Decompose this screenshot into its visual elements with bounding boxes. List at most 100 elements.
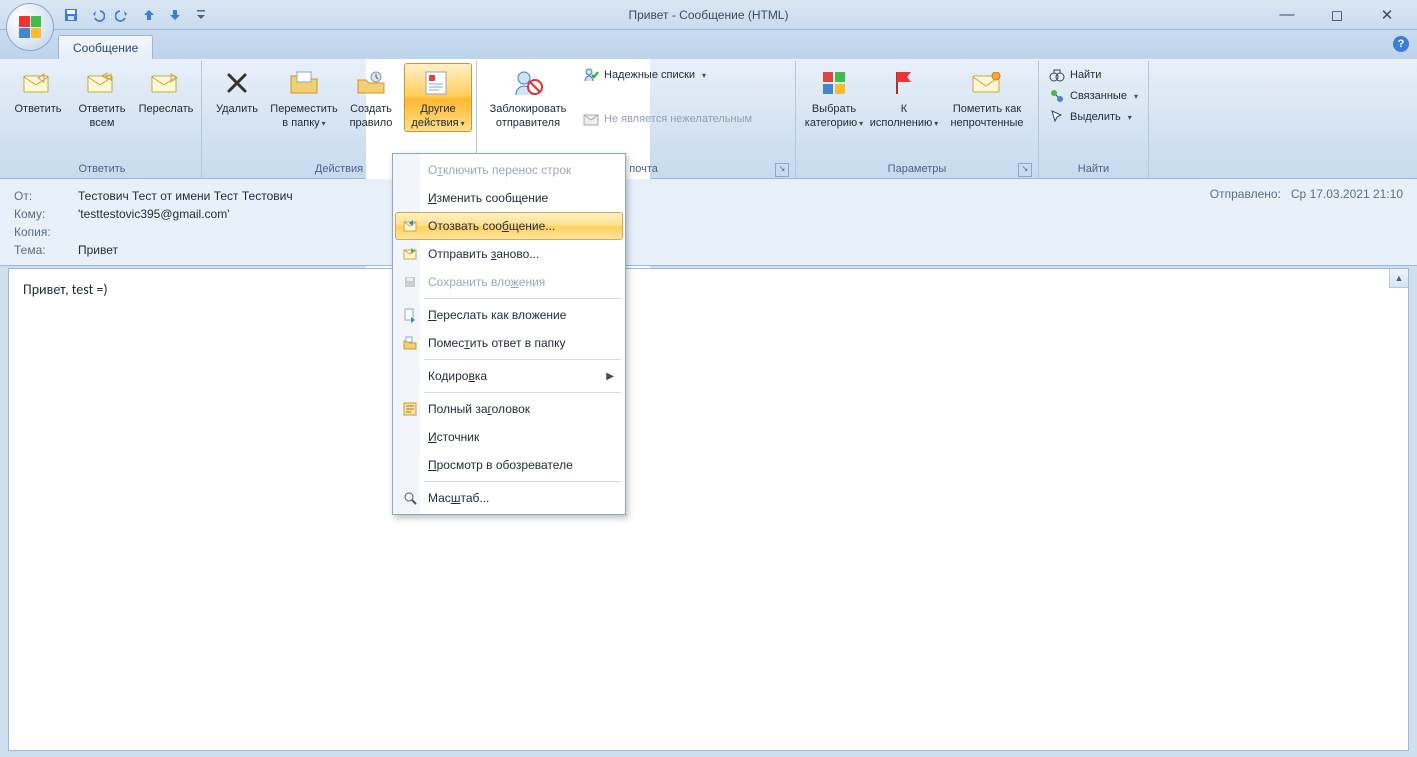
menu-item-browser[interactable]: Просмотр в обозревателе [395, 451, 623, 479]
create-rule-button[interactable]: Создать правило [340, 63, 402, 131]
related-button[interactable]: Связанные▾ [1043, 86, 1144, 106]
other-actions-menu: Отключить перенос строкИзменить сообщени… [392, 153, 626, 515]
safe-lists-button[interactable]: Надежные списки▾ [577, 65, 758, 85]
mark-unread-button[interactable]: Пометить как непрочтенные [940, 63, 1034, 131]
binoculars-icon [1049, 67, 1065, 83]
sent-value: Ср 17.03.2021 21:10 [1291, 187, 1403, 201]
group-find: Найти Связанные▾ Выделить▾ Найти [1039, 61, 1149, 178]
ribbon-tab-row: Сообщение ? [0, 30, 1417, 59]
from-label: От: [14, 189, 78, 203]
quick-access-toolbar [60, 4, 212, 26]
message-header: Отправлено: Ср 17.03.2021 21:10 От:Тесто… [0, 179, 1417, 266]
resend-icon [400, 244, 420, 264]
reply-button[interactable]: Ответить [7, 63, 69, 117]
subject-label: Тема: [14, 243, 78, 257]
edit-icon [400, 188, 420, 208]
wrap-icon [400, 160, 420, 180]
categorize-icon [818, 67, 850, 99]
menu-item-resend[interactable]: Отправить заново... [395, 240, 623, 268]
group-options-label: Параметры↘ [800, 161, 1034, 178]
find-button[interactable]: Найти [1043, 65, 1144, 85]
submenu-arrow-icon: ▶ [606, 371, 614, 382]
office-logo-icon [19, 16, 41, 38]
menu-item-zoom[interactable]: Масштаб... [395, 484, 623, 512]
message-content[interactable]: Привет, test =) [9, 269, 1408, 310]
message-body: Привет, test =) ▲ [8, 268, 1409, 751]
select-button[interactable]: Выделить▾ [1043, 107, 1144, 127]
window-controls: — ◻ ✕ [1277, 6, 1397, 24]
forward-button[interactable]: Переслать [135, 63, 197, 117]
categorize-button[interactable]: Выбрать категорию▾ [800, 63, 868, 132]
menu-item-movereply[interactable]: Поместить ответ в папку [395, 329, 623, 357]
menu-separator [424, 359, 621, 360]
flag-icon [888, 67, 920, 99]
reply-all-icon [86, 67, 118, 99]
fwdatt-icon [400, 305, 420, 325]
scroll-up-button[interactable]: ▲ [1389, 269, 1408, 288]
recall-icon [400, 216, 420, 236]
group-reply: Ответить Ответить всем Переслать Ответит… [3, 61, 202, 178]
save-icon[interactable] [60, 4, 82, 26]
other-actions-icon [422, 67, 454, 99]
block-sender-button[interactable]: Заблокировать отправителя [481, 63, 575, 131]
menu-separator [424, 392, 621, 393]
to-value: 'testtestovic395@gmail.com' [78, 207, 230, 221]
menu-item-edit[interactable]: Изменить сообщение [395, 184, 623, 212]
reply-icon [22, 67, 54, 99]
menu-separator [424, 481, 621, 482]
maximize-button[interactable]: ◻ [1327, 6, 1347, 24]
browser-icon [400, 455, 420, 475]
saveatt-icon [400, 272, 420, 292]
to-label: Кому: [14, 207, 78, 221]
tab-message[interactable]: Сообщение [58, 35, 153, 59]
menu-item-fwdatt[interactable]: Переслать как вложение [395, 301, 623, 329]
source-icon [400, 427, 420, 447]
mark-unread-icon [971, 67, 1003, 99]
safe-lists-icon [583, 67, 599, 83]
block-sender-icon [512, 67, 544, 99]
app-window: Привет - Сообщение (HTML) — ◻ ✕ Сообщени… [0, 0, 1417, 757]
prev-item-icon[interactable] [138, 4, 160, 26]
close-button[interactable]: ✕ [1377, 6, 1397, 24]
related-icon [1049, 88, 1065, 104]
dialog-launcher-icon[interactable]: ↘ [1018, 163, 1032, 177]
redo-icon[interactable] [112, 4, 134, 26]
group-reply-label: Ответить [7, 161, 197, 178]
next-item-icon[interactable] [164, 4, 186, 26]
folder-move-icon [288, 67, 320, 99]
fullhdr-icon [400, 399, 420, 419]
reply-all-button[interactable]: Ответить всем [71, 63, 133, 131]
minimize-button[interactable]: — [1277, 6, 1297, 24]
encoding-icon [400, 366, 420, 386]
menu-item-wrap: Отключить перенос строк [395, 156, 623, 184]
from-value: Тестович Тест от имени Тест Тестович [78, 189, 293, 203]
move-to-folder-button[interactable]: Переместить в папку▾ [270, 63, 338, 132]
delete-icon [221, 67, 253, 99]
forward-icon [150, 67, 182, 99]
menu-item-source[interactable]: Источник [395, 423, 623, 451]
menu-item-encoding[interactable]: Кодировка▶ [395, 362, 623, 390]
office-button[interactable] [6, 3, 54, 51]
subject-value: Привет [78, 243, 118, 257]
group-options: Выбрать категорию▾ К исполнению▾ Пометит… [796, 61, 1039, 178]
menu-item-saveatt: Сохранить вложения [395, 268, 623, 296]
create-rule-icon [355, 67, 387, 99]
title-bar: Привет - Сообщение (HTML) — ◻ ✕ [0, 0, 1417, 30]
zoom-icon [400, 488, 420, 508]
group-find-label: Найти [1043, 161, 1144, 178]
menu-item-recall[interactable]: Отозвать сообщение... [395, 212, 623, 240]
follow-up-button[interactable]: К исполнению▾ [870, 63, 938, 132]
menu-item-fullhdr[interactable]: Полный заголовок [395, 395, 623, 423]
window-title: Привет - Сообщение (HTML) [629, 8, 789, 22]
other-actions-button[interactable]: Другие действия▾ [404, 63, 472, 132]
delete-button[interactable]: Удалить [206, 63, 268, 117]
cc-label: Копия: [14, 225, 78, 239]
select-icon [1049, 109, 1065, 125]
ribbon: Ответить Ответить всем Переслать Ответит… [0, 59, 1417, 179]
help-icon[interactable]: ? [1393, 36, 1409, 52]
menu-separator [424, 298, 621, 299]
movereply-icon [400, 333, 420, 353]
qat-customize-icon[interactable] [190, 4, 212, 26]
undo-icon[interactable] [86, 4, 108, 26]
dialog-launcher-icon[interactable]: ↘ [775, 163, 789, 177]
